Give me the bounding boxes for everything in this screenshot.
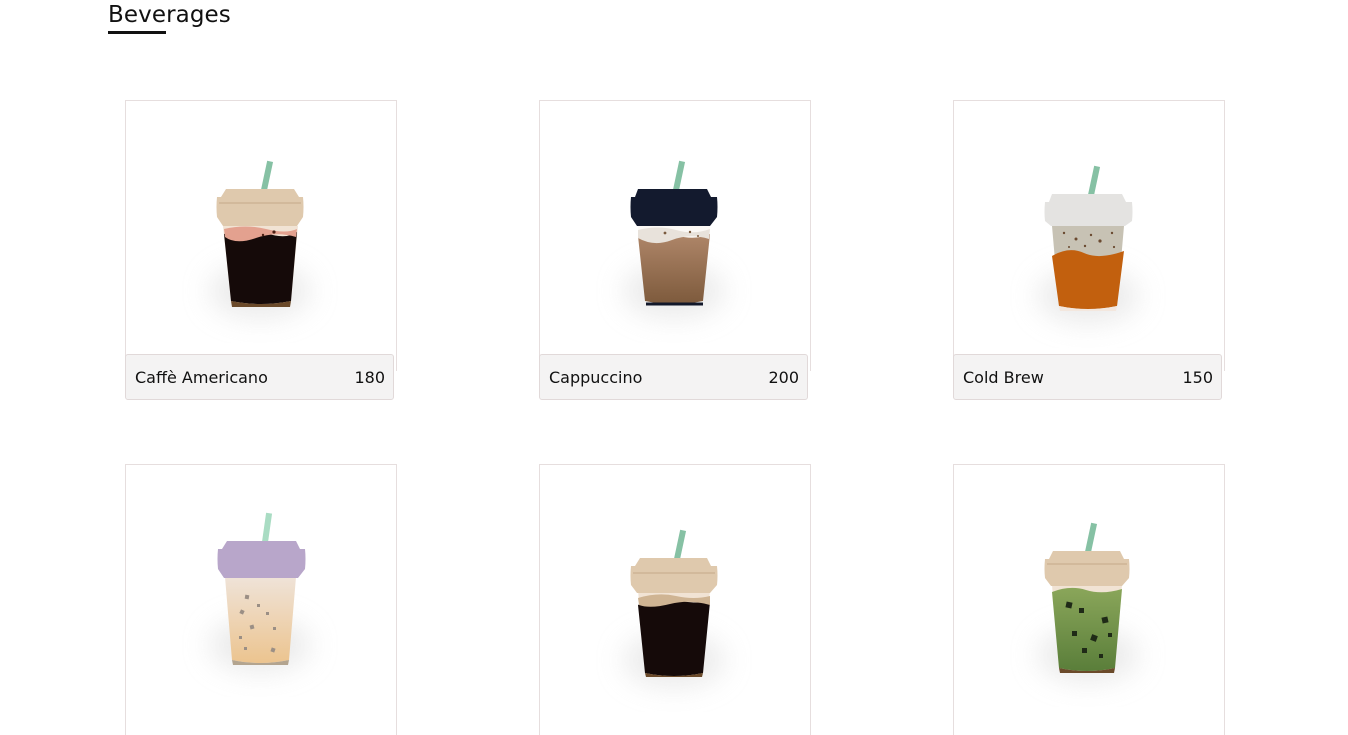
product-name[interactable]: Cappuccino [549, 368, 642, 387]
product-name[interactable]: Caffè Americano [135, 368, 268, 387]
matcha-cup-icon [1038, 522, 1138, 681]
product-image [539, 464, 811, 735]
product-info-bar: Cappuccino 200 [539, 354, 808, 400]
taro-cup-icon [210, 512, 310, 671]
section-title: Beverages [108, 2, 231, 28]
product-price: 200 [768, 367, 799, 387]
product-price: 150 [1182, 367, 1213, 387]
iced-coffee-cup-icon [624, 529, 724, 686]
product-info-bar: Cold Brew 150 [953, 354, 1222, 400]
product-image [125, 464, 397, 735]
cold-brew-cup-icon [1038, 165, 1138, 322]
title-underline [108, 31, 166, 34]
product-image [539, 100, 811, 371]
product-price: 180 [354, 367, 385, 387]
product-image [953, 100, 1225, 371]
product-image [125, 100, 397, 371]
product-image [953, 464, 1225, 735]
americano-cup-icon [210, 160, 310, 317]
cappuccino-cup-icon [624, 160, 724, 317]
product-name[interactable]: Cold Brew [963, 368, 1044, 387]
product-info-bar: Caffè Americano 180 [125, 354, 394, 400]
